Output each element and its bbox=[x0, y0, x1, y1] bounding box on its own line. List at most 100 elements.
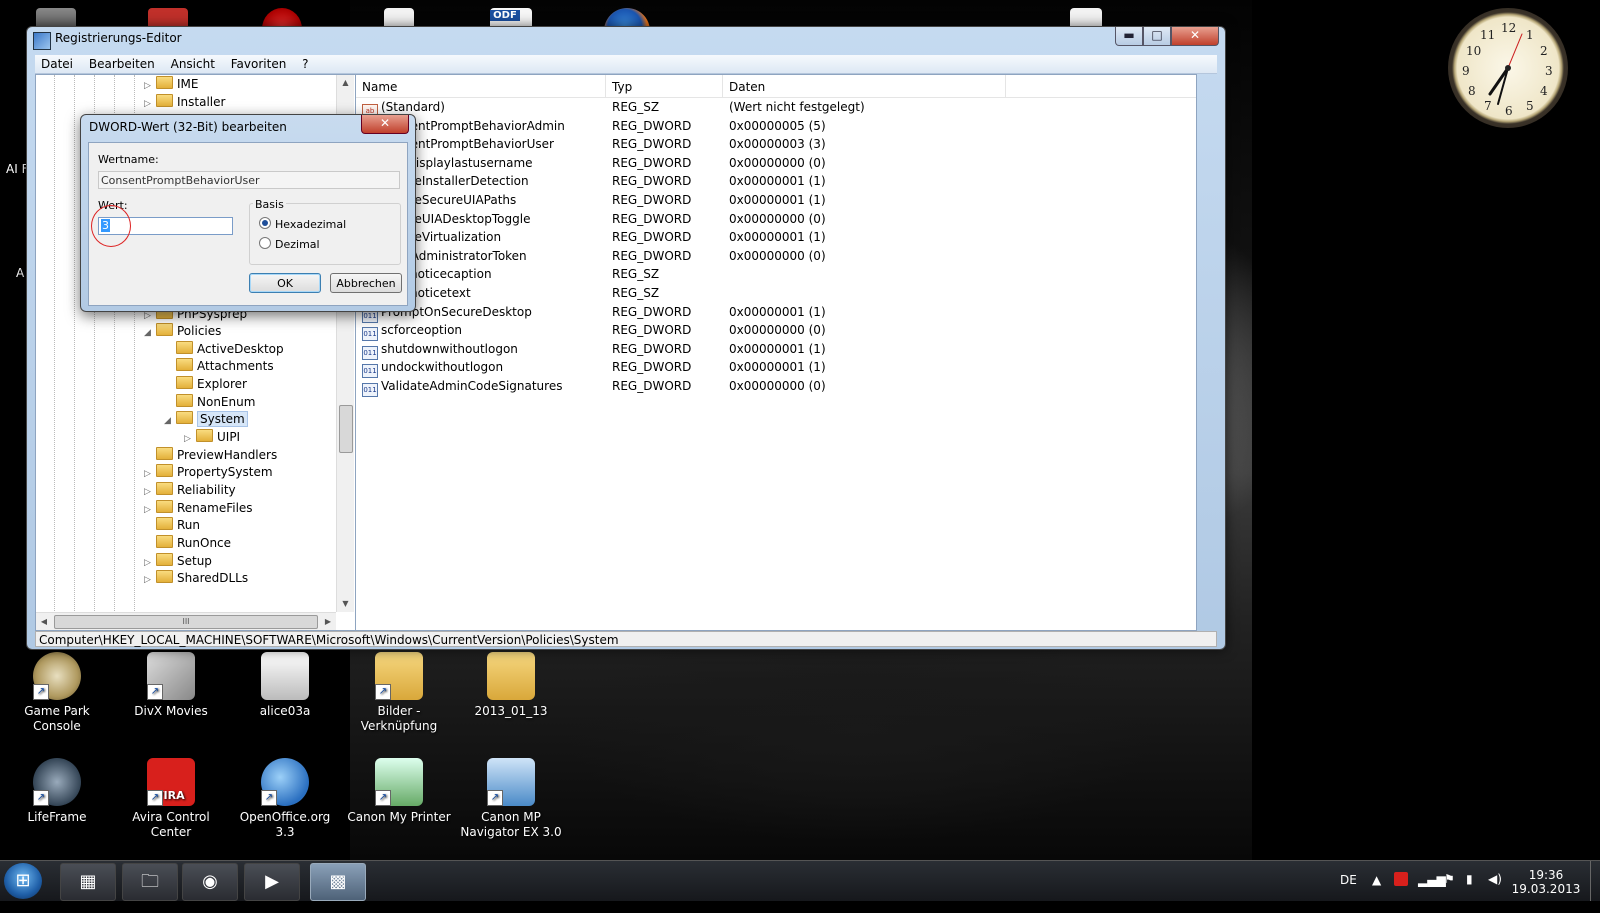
cancel-button[interactable]: Abbrechen bbox=[330, 273, 402, 293]
desktop-icon-label: Canon My Printer bbox=[347, 810, 451, 824]
collapse-icon[interactable]: ◢ bbox=[164, 413, 174, 430]
clock-gadget[interactable]: 12 1 2 3 4 5 6 7 8 9 10 11 bbox=[1448, 8, 1568, 128]
tree-item-renamefiles[interactable]: ▷ RenameFiles bbox=[144, 500, 253, 517]
tray-language[interactable]: DE bbox=[1340, 873, 1357, 913]
taskbar-office-button[interactable]: ▦ bbox=[60, 863, 116, 901]
menu-datei[interactable]: Datei bbox=[35, 55, 79, 71]
taskbar-media-player-button[interactable]: ▶ bbox=[244, 863, 300, 901]
tree-item-installer[interactable]: ▷ Installer bbox=[144, 94, 225, 111]
taskbar-explorer-button[interactable]: 🗀 bbox=[122, 863, 178, 901]
taskbar-regedit-button[interactable]: ▩ bbox=[310, 863, 366, 901]
column-header-data[interactable]: Daten bbox=[723, 75, 1006, 97]
tree-item-reliability[interactable]: ▷ Reliability bbox=[144, 482, 236, 499]
desktop-icon-game-park-console[interactable]: ↗ Game Park Console bbox=[2, 652, 112, 734]
menu-help[interactable]: ? bbox=[296, 55, 314, 71]
value-row[interactable]: 011EnableUIADesktopToggleREG_DWORD0x0000… bbox=[356, 210, 1196, 230]
value-row[interactable]: 011EnableVirtualizationREG_DWORD0x000000… bbox=[356, 228, 1196, 249]
tree-item-nonenum[interactable]: NonEnum bbox=[164, 394, 255, 411]
value-row[interactable]: 011EnableInstallerDetectionREG_DWORD0x00… bbox=[356, 172, 1196, 193]
tree-item-previewhandlers[interactable]: PreviewHandlers bbox=[144, 447, 277, 464]
show-desktop-button[interactable] bbox=[1590, 861, 1599, 901]
column-header-type[interactable]: Typ bbox=[606, 75, 723, 97]
tree-item-setup[interactable]: ▷ Setup bbox=[144, 553, 212, 570]
edit-dword-dialog[interactable]: DWORD-Wert (32-Bit) bearbeiten ✕ Wertnam… bbox=[80, 114, 416, 312]
value-row[interactable]: ablegalnoticecaptionREG_SZ bbox=[356, 265, 1196, 286]
expand-icon[interactable]: ▷ bbox=[144, 572, 154, 589]
scroll-up-icon[interactable]: ▲ bbox=[337, 75, 354, 91]
value-row[interactable]: 011 shutdownwithoutlogon REG_DWORD 0x000000… bbox=[356, 340, 1196, 360]
avira-tray-icon[interactable] bbox=[1394, 872, 1408, 886]
value-row[interactable]: 011 PromptOnSecureDesktop REG_DWORD 0x00000… bbox=[356, 303, 1196, 323]
value-type-cell: REG_DWORD bbox=[612, 137, 692, 152]
expand-icon[interactable]: ▷ bbox=[144, 484, 154, 501]
network-signal-icon[interactable]: ▂▄▆ bbox=[1418, 873, 1446, 913]
value-type-cell: REG_DWORD bbox=[612, 155, 692, 170]
expand-icon[interactable]: ▷ bbox=[144, 78, 154, 95]
scroll-thumb[interactable]: III bbox=[54, 615, 318, 629]
scroll-left-icon[interactable]: ◀ bbox=[36, 613, 52, 630]
ok-button[interactable]: OK bbox=[249, 273, 321, 293]
expand-icon[interactable]: ▷ bbox=[184, 431, 194, 448]
tree-item-runonce[interactable]: RunOnce bbox=[144, 535, 231, 552]
tree-item-explorer[interactable]: Explorer bbox=[164, 376, 247, 393]
collapse-icon[interactable]: ◢ bbox=[144, 325, 154, 342]
dialog-close-button[interactable]: ✕ bbox=[361, 115, 409, 134]
expand-icon[interactable]: ▷ bbox=[144, 96, 154, 113]
tree-item-run[interactable]: Run bbox=[144, 517, 200, 534]
menu-bar: Datei Bearbeiten Ansicht Favoriten ? bbox=[35, 55, 1217, 74]
value-row[interactable]: 011ConsentPromptBehaviorAdminREG_DWORD0x… bbox=[356, 117, 1196, 137]
tree-item-shareddlls[interactable]: ▷ SharedDLLs bbox=[144, 570, 248, 587]
value-type-cell: REG_DWORD bbox=[612, 193, 692, 207]
desktop-icon-openoffice[interactable]: ↗ OpenOffice.org 3.3 bbox=[230, 758, 340, 840]
value-row[interactable]: ablegalnoticetextREG_SZ bbox=[356, 284, 1196, 304]
tree-item-propertysystem[interactable]: ▷ PropertySystem bbox=[144, 464, 273, 481]
maximize-button[interactable]: □ bbox=[1143, 27, 1171, 46]
desktop-icon-canon-my-printer[interactable]: ↗ Canon My Printer bbox=[344, 758, 454, 825]
tree-item-system[interactable]: ◢ System bbox=[164, 411, 248, 428]
value-row[interactable]: 011 scforceoption REG_DWORD 0x00000000 (0) bbox=[356, 321, 1196, 342]
radio-decimal[interactable]: Dezimal bbox=[259, 237, 320, 251]
radio-hexadecimal[interactable]: Hexadezimal bbox=[259, 217, 346, 231]
menu-ansicht[interactable]: Ansicht bbox=[165, 55, 221, 71]
value-row[interactable]: 011 undockwithoutlogon REG_DWORD 0x00000001… bbox=[356, 358, 1196, 379]
column-header-name[interactable]: Name bbox=[356, 75, 606, 97]
desktop-icon-canon-mp-navigator[interactable]: ↗ Canon MP Navigator EX 3.0 bbox=[456, 758, 566, 840]
tree-item-ime[interactable]: ▷ IME bbox=[144, 76, 198, 93]
value-data-cell: 0x00000000 (0) bbox=[729, 323, 826, 338]
valuename-label: Wertname: bbox=[98, 153, 159, 166]
values-list[interactable]: Name Typ Daten ab (Standard) REG_SZ (Wert n… bbox=[355, 74, 1197, 631]
value-row[interactable]: 011EnableSecureUIAPathsREG_DWORD0x000000… bbox=[356, 191, 1196, 211]
expand-icon[interactable]: ▷ bbox=[144, 466, 154, 483]
show-hidden-icons-icon[interactable]: ▲ bbox=[1372, 873, 1381, 913]
battery-icon[interactable]: ▮ bbox=[1466, 872, 1473, 912]
menu-favoriten[interactable]: Favoriten bbox=[225, 55, 293, 71]
tree-item-activedesktop[interactable]: ActiveDesktop bbox=[164, 341, 284, 358]
value-row[interactable]: 011 ValidateAdminCodeSignatures REG_DWORD 0… bbox=[356, 377, 1196, 397]
scroll-right-icon[interactable]: ▶ bbox=[320, 613, 336, 630]
tree-item-attachments[interactable]: Attachments bbox=[164, 358, 274, 375]
taskbar-firefox-button[interactable]: ◉ bbox=[182, 863, 238, 901]
action-center-flag-icon[interactable]: ⚑ bbox=[1444, 872, 1455, 912]
scroll-thumb[interactable] bbox=[339, 405, 353, 453]
tree-horizontal-scrollbar[interactable]: ◀ III ▶ bbox=[36, 612, 336, 630]
desktop-icon-2013-01-13[interactable]: 2013_01_13 bbox=[456, 652, 566, 719]
value-row[interactable]: ab (Standard) REG_SZ (Wert nicht festgelegt… bbox=[356, 98, 1196, 118]
dialog-title: DWORD-Wert (32-Bit) bearbeiten bbox=[89, 120, 287, 134]
desktop-icon-alice03a[interactable]: alice03a bbox=[230, 652, 340, 719]
menu-bearbeiten[interactable]: Bearbeiten bbox=[83, 55, 161, 71]
desktop-icon-divx-movies[interactable]: ↗ DivX Movies bbox=[116, 652, 226, 719]
tree-item-policies[interactable]: ◢ Policies bbox=[144, 323, 221, 340]
desktop-icon-avira-control-center[interactable]: VIRA ↗ Avira Control Center bbox=[116, 758, 226, 840]
value-row[interactable]: 011ConsentPromptBehaviorUserREG_DWORD0x0… bbox=[356, 135, 1196, 156]
close-button[interactable]: ✕ bbox=[1171, 27, 1219, 46]
start-button[interactable]: ⊞ bbox=[4, 863, 42, 899]
tree-item-uipi[interactable]: ▷ UIPI bbox=[184, 429, 240, 446]
value-row[interactable]: 011dontdisplaylastusernameREG_DWORD0x000… bbox=[356, 154, 1196, 174]
volume-icon[interactable]: ◀) bbox=[1488, 872, 1502, 912]
minimize-button[interactable]: ▬ bbox=[1115, 27, 1143, 46]
value-row[interactable]: 011FilterAdministratorTokenREG_DWORD0x00… bbox=[356, 247, 1196, 267]
tray-clock[interactable]: 19:36 19.03.2013 bbox=[1508, 868, 1584, 896]
desktop-icon-bilder-shortcut[interactable]: ↗ Bilder - Verknüpfung bbox=[344, 652, 454, 734]
scroll-down-icon[interactable]: ▼ bbox=[337, 596, 354, 612]
desktop-icon-lifeframe[interactable]: ↗ LifeFrame bbox=[2, 758, 112, 825]
